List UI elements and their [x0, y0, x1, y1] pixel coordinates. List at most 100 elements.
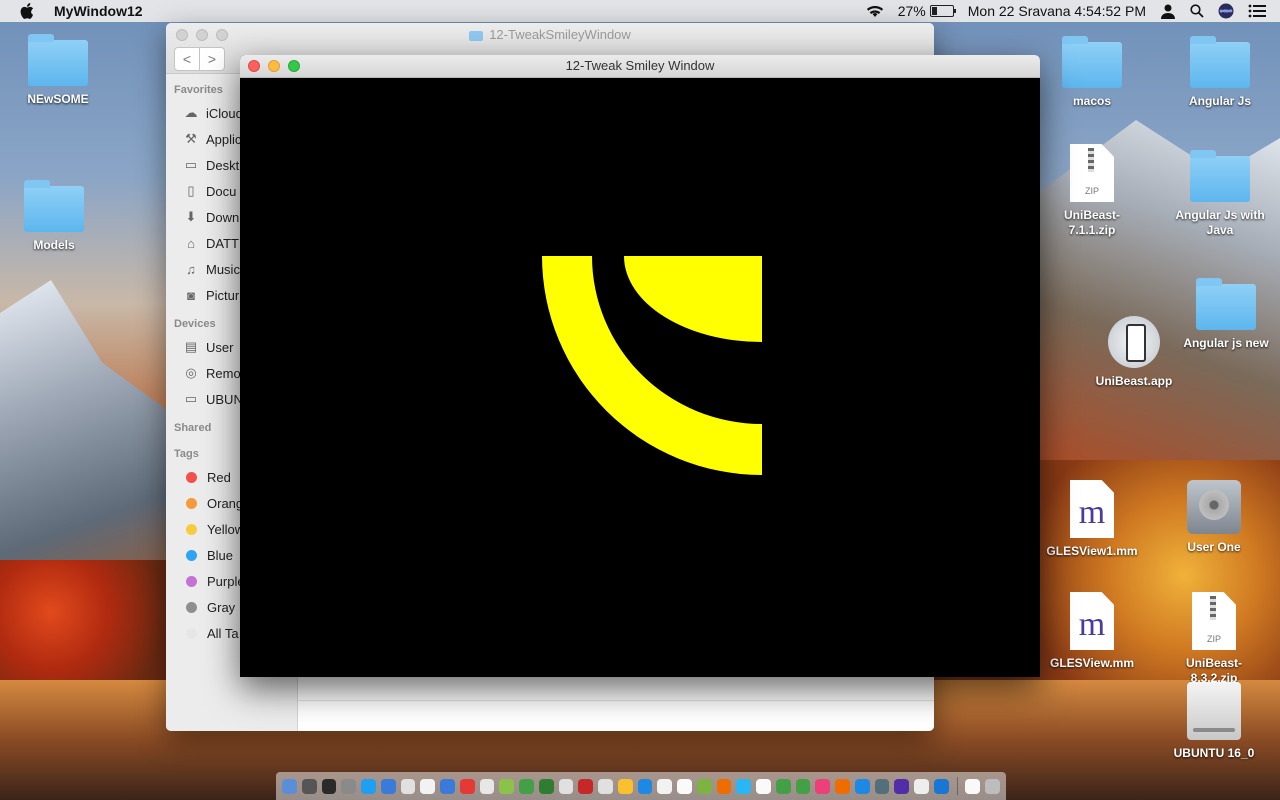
dock-app-icon[interactable]	[736, 778, 751, 794]
spotlight-search-icon[interactable]	[1190, 4, 1204, 18]
tag-color-dot	[186, 627, 197, 639]
desktop-file-glesview[interactable]: m GLESView.mm	[1042, 592, 1142, 671]
dock-app-icon[interactable]	[380, 778, 396, 794]
file-glyph: m	[1078, 606, 1106, 643]
desktop-icon-label: GLESView1.mm	[1046, 544, 1138, 558]
desktop-file-glesview1[interactable]: m GLESView1.mm	[1042, 480, 1142, 559]
dock-app-icon[interactable]	[538, 778, 554, 794]
file-glyph: m	[1078, 494, 1106, 531]
folder-icon	[1196, 278, 1256, 330]
dock-app-icon[interactable]	[519, 778, 534, 794]
desktop-icon-label: GLESView.mm	[1049, 656, 1135, 670]
smiley-window[interactable]: 12-Tweak Smiley Window	[240, 55, 1040, 677]
music-icon: ♫	[186, 261, 196, 277]
external-drive-icon: ▭	[184, 391, 198, 406]
desktop-file-unibeast-zip-2[interactable]: ZIP UniBeast-8.3.2.zip	[1164, 592, 1264, 686]
folder-icon	[469, 30, 484, 41]
zip-file-icon: ZIP	[1192, 592, 1236, 650]
folder-icon	[1190, 150, 1250, 202]
dock-app-icon[interactable]	[598, 778, 613, 794]
smiley-titlebar[interactable]: 12-Tweak Smiley Window	[240, 55, 1040, 78]
dock	[276, 772, 1006, 800]
dock-app-icon[interactable]	[499, 778, 514, 794]
battery-icon	[929, 5, 956, 17]
wifi-icon[interactable]	[866, 4, 884, 18]
dock-app-icon[interactable]	[341, 778, 356, 794]
forward-button[interactable]: >	[200, 47, 225, 71]
smiley-rendered-shape	[542, 256, 762, 475]
dock-app-icon[interactable]	[361, 778, 376, 794]
zip-file-label: ZIP	[1084, 186, 1099, 196]
desktop-icon-label: Angular Js with Java	[1175, 208, 1265, 237]
dock-app-icon[interactable]	[775, 778, 791, 794]
desktop-drive-user-one[interactable]: User One	[1164, 480, 1264, 555]
source-file-icon: m	[1070, 592, 1114, 650]
battery-status[interactable]: 27%	[898, 3, 956, 19]
hard-drive-icon: ▤	[184, 339, 198, 354]
dock-app-icon[interactable]	[637, 778, 653, 794]
dock-app-icon[interactable]	[321, 778, 337, 794]
dock-app-icon[interactable]	[965, 778, 981, 794]
back-button[interactable]: <	[174, 47, 200, 71]
folder-icon	[1062, 36, 1122, 88]
gl-render-canvas[interactable]	[240, 78, 1040, 677]
desktop-folder-models[interactable]: Models	[4, 180, 104, 253]
external-drive-icon	[1187, 682, 1241, 740]
dock-app-icon[interactable]	[558, 778, 574, 794]
smiley-window-title: 12-Tweak Smiley Window	[565, 58, 715, 73]
dock-app-icon[interactable]	[677, 778, 692, 794]
dock-app-icon[interactable]	[985, 778, 1000, 794]
download-icon: ⬇	[185, 209, 197, 224]
desktop-drive-ubuntu[interactable]: UBUNTU 16_0	[1164, 682, 1264, 761]
dock-app-icon[interactable]	[874, 778, 890, 794]
dock-app-icon[interactable]	[815, 778, 830, 794]
desktop-folder-angular-js[interactable]: Angular Js	[1170, 36, 1270, 109]
camera-icon: ◙	[187, 287, 195, 303]
desktop-file-unibeast-zip-1[interactable]: ZIP UniBeast-7.1.1.zip	[1042, 144, 1142, 238]
dock-app-icon[interactable]	[420, 778, 435, 794]
dock-app-icon[interactable]	[914, 778, 929, 794]
dock-app-icon[interactable]	[854, 778, 870, 794]
desktop-icon-label: NEwSOME	[27, 92, 89, 106]
dock-app-icon[interactable]	[657, 778, 672, 794]
desktop-folder-angular-js-new[interactable]: Angular js new	[1176, 278, 1276, 351]
apple-icon[interactable]	[20, 3, 34, 19]
dock-app-icon[interactable]	[617, 778, 633, 794]
desktop-folder-macos[interactable]: macos	[1042, 36, 1142, 109]
desktop-app-unibeast[interactable]: UniBeast.app	[1084, 316, 1184, 389]
dock-app-icon[interactable]	[440, 778, 455, 794]
dock-app-icon[interactable]	[479, 778, 495, 794]
dock-app-icon[interactable]	[756, 778, 771, 794]
desktop-folder-newsome[interactable]: NEwSOME	[8, 34, 108, 107]
dock-app-icon[interactable]	[894, 778, 909, 794]
dock-app-icon[interactable]	[400, 778, 416, 794]
cloud-icon: ☁	[184, 105, 198, 120]
tag-color-dot	[186, 471, 197, 483]
dock-app-icon[interactable]	[578, 778, 593, 794]
folder-icon	[1190, 36, 1250, 88]
dock-app-icon[interactable]	[716, 778, 732, 794]
desktop-folder-angular-js-java[interactable]: Angular Js with Java	[1170, 150, 1270, 238]
siri-icon[interactable]	[1218, 3, 1234, 19]
desktop-icon-label: macos	[1072, 94, 1112, 108]
user-icon[interactable]	[1160, 3, 1176, 19]
dock-app-icon[interactable]	[795, 778, 811, 794]
dock-app-icon[interactable]	[282, 778, 297, 794]
finder-title: 12-TweakSmileyWindow	[166, 27, 934, 42]
folder-icon	[24, 180, 84, 232]
clock[interactable]: Mon 22 Sravana 4:54:52 PM	[968, 3, 1146, 19]
dock-app-icon[interactable]	[835, 778, 850, 794]
tag-color-dot	[186, 575, 197, 587]
usb-drive-icon	[1108, 316, 1160, 368]
tag-color-dot	[186, 523, 197, 535]
dock-app-icon[interactable]	[301, 778, 317, 794]
dock-app-icon[interactable]	[459, 778, 475, 794]
menu-bar: MyWindow12 27% Mon 22 Sravana 4:54:52 PM	[0, 0, 1280, 22]
notification-center-icon[interactable]	[1248, 4, 1266, 18]
dock-app-icon[interactable]	[696, 778, 712, 794]
document-icon: ▯	[187, 183, 195, 198]
dock-app-icon[interactable]	[933, 778, 949, 794]
source-file-icon: m	[1070, 480, 1114, 538]
disc-icon: ◎	[185, 365, 197, 380]
active-app-name[interactable]: MyWindow12	[54, 3, 143, 19]
